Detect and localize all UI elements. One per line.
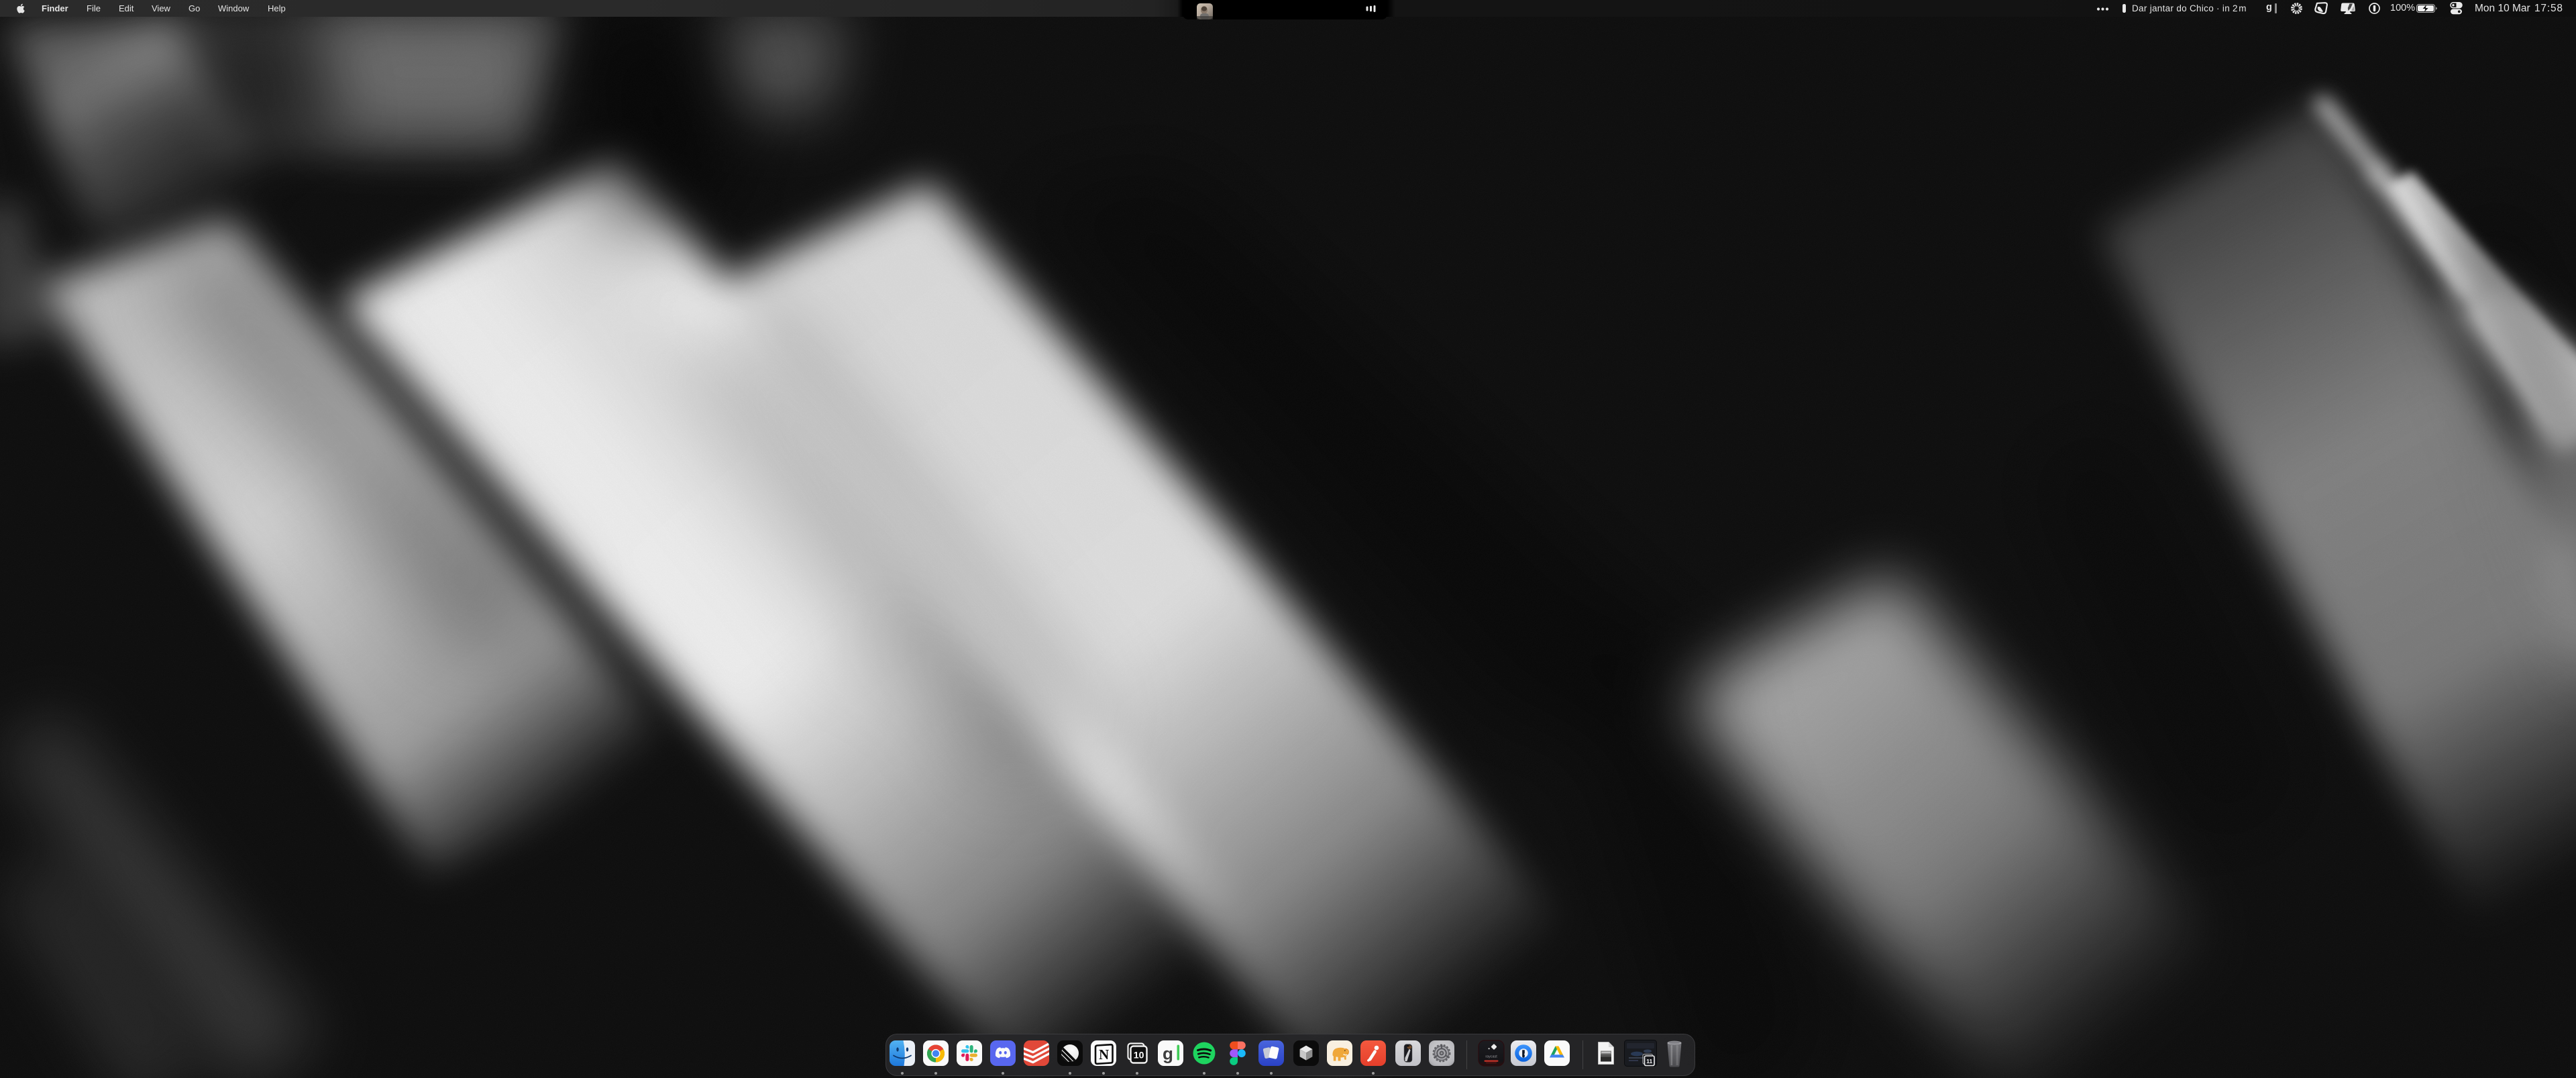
svg-text:N: N (1099, 1046, 1109, 1063)
svg-text:raycast: raycast (1485, 1055, 1497, 1059)
svg-text:g: g (1163, 1044, 1173, 1064)
svg-text:11: 11 (1646, 1058, 1652, 1065)
svg-text:10: 10 (1134, 1050, 1144, 1061)
